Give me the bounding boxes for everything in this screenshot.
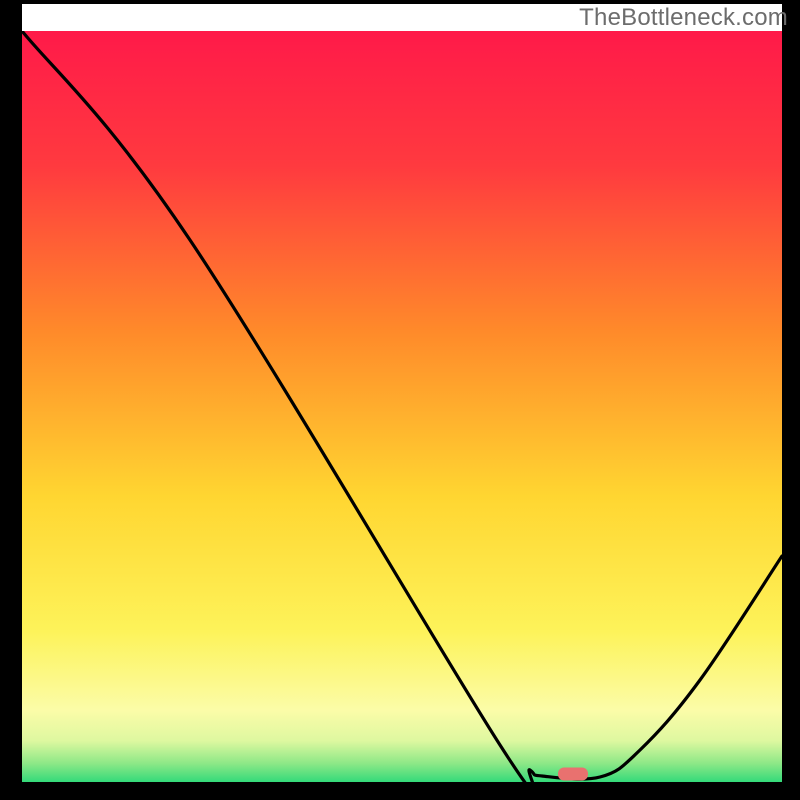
chart-stage: TheBottleneck.com	[0, 0, 800, 800]
y-axis-bar	[0, 0, 22, 800]
bottleneck-curve-plot	[0, 0, 800, 800]
x-axis-bar	[0, 782, 800, 800]
right-edge	[782, 0, 800, 800]
plot-background	[22, 31, 782, 782]
optimum-marker	[558, 768, 588, 781]
watermark-text: TheBottleneck.com	[579, 4, 788, 32]
